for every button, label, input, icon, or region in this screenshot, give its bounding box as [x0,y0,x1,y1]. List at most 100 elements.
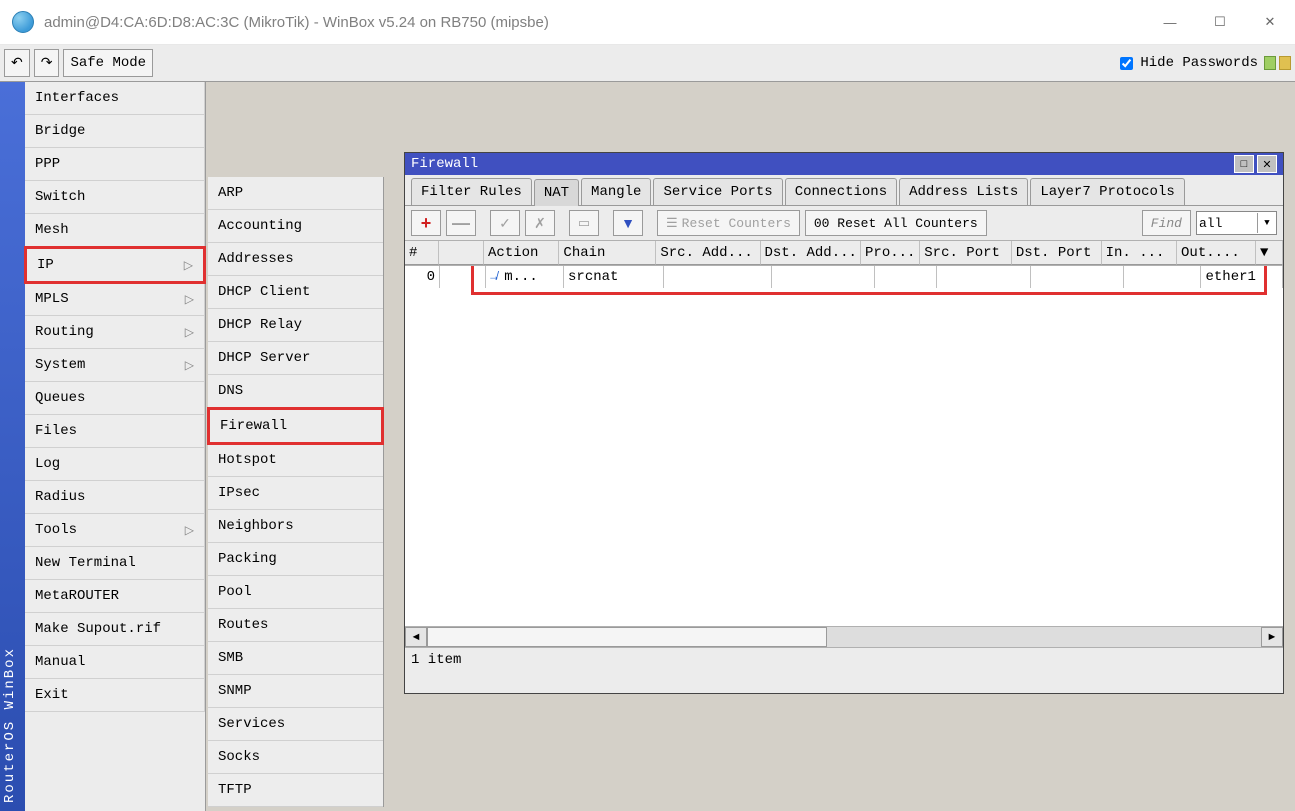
column-header[interactable]: Out.... [1177,241,1256,265]
scroll-left-button[interactable]: ◄ [405,627,427,647]
reset-all-counters-button[interactable]: 00 Reset All Counters [805,210,987,236]
menu-item-radius[interactable]: Radius [25,481,205,514]
find-button[interactable]: Find [1142,210,1191,236]
column-header[interactable]: Chain [559,241,656,265]
grid-header: # ActionChainSrc. Add...Dst. Add...Pro...… [405,241,1283,266]
firewall-tabs: Filter RulesNATMangleService PortsConnec… [405,175,1283,206]
tab-layer7-protocols[interactable]: Layer7 Protocols [1030,178,1184,205]
filter-button[interactable]: ▼ [613,210,643,236]
chevron-right-icon: ▷ [185,523,194,538]
submenu-item-firewall[interactable]: Firewall [207,407,384,445]
firewall-close[interactable]: ✕ [1257,155,1277,173]
menu-item-manual[interactable]: Manual [25,646,205,679]
column-header[interactable]: Src. Add... [656,241,760,265]
menu-item-bridge[interactable]: Bridge [25,115,205,148]
menu-item-system[interactable]: System▷ [25,349,205,382]
submenu-item-arp[interactable]: ARP [208,177,383,210]
submenu-item-snmp[interactable]: SNMP [208,675,383,708]
filter-input[interactable] [1197,216,1257,231]
menu-item-log[interactable]: Log [25,448,205,481]
filter-arrow-icon[interactable]: ▼ [1257,213,1276,233]
disable-button[interactable]: ✗ [525,210,555,236]
menu-label: Radius [35,489,85,505]
filter-dropdown[interactable]: ▼ [1196,211,1277,235]
column-header[interactable]: In. ... [1102,241,1177,265]
submenu-item-dns[interactable]: DNS [208,375,383,408]
submenu-item-tftp[interactable]: TFTP [208,774,383,807]
horizontal-scrollbar[interactable]: ◄ ► [405,626,1283,647]
column-header[interactable]: Src. Port [920,241,1012,265]
tab-address-lists[interactable]: Address Lists [899,178,1028,205]
menu-item-make-supout-rif[interactable]: Make Supout.rif [25,613,205,646]
column-header[interactable]: Dst. Port [1012,241,1102,265]
column-header[interactable]: # [405,241,439,265]
menu-item-ip[interactable]: IP▷ [24,246,206,284]
column-header[interactable]: Dst. Add... [761,241,862,265]
window-close[interactable]: ✕ [1245,5,1295,39]
add-button[interactable]: + [411,210,441,236]
submenu-item-dhcp-relay[interactable]: DHCP Relay [208,309,383,342]
submenu-item-neighbors[interactable]: Neighbors [208,510,383,543]
submenu-item-accounting[interactable]: Accounting [208,210,383,243]
submenu-item-dhcp-client[interactable]: DHCP Client [208,276,383,309]
menu-item-tools[interactable]: Tools▷ [25,514,205,547]
menu-item-mpls[interactable]: MPLS▷ [25,283,205,316]
submenu-item-socks[interactable]: Socks [208,741,383,774]
menu-label: Manual [35,654,85,670]
redo-button[interactable]: ↷ [34,49,60,77]
submenu-item-addresses[interactable]: Addresses [208,243,383,276]
menu-label: Switch [35,189,85,205]
submenu-item-services[interactable]: Services [208,708,383,741]
window-maximize[interactable]: ☐ [1195,5,1245,39]
menu-label: Interfaces [35,90,119,106]
menu-item-routing[interactable]: Routing▷ [25,316,205,349]
menu-item-interfaces[interactable]: Interfaces [25,82,205,115]
menu-item-queues[interactable]: Queues [25,382,205,415]
remove-button[interactable]: — [446,210,476,236]
window-titlebar: admin@D4:CA:6D:D8:AC:3C (MikroTik) - Win… [0,0,1295,45]
menu-item-ppp[interactable]: PPP [25,148,205,181]
undo-button[interactable]: ↶ [4,49,30,77]
menu-item-exit[interactable]: Exit [25,679,205,712]
firewall-maximize[interactable]: □ [1234,155,1254,173]
menu-item-mesh[interactable]: Mesh [25,214,205,247]
scroll-thumb[interactable] [427,627,827,647]
comment-button[interactable]: ▭ [569,210,599,236]
tab-service-ports[interactable]: Service Ports [653,178,782,205]
scroll-right-button[interactable]: ► [1261,627,1283,647]
menu-item-files[interactable]: Files [25,415,205,448]
column-header[interactable]: Pro... [861,241,920,265]
firewall-toolbar: + — ✓ ✗ ▭ ▼ ☰Reset Counters 00 Reset All… [405,206,1283,241]
menu-label: New Terminal [35,555,136,571]
safe-mode-button[interactable]: Safe Mode [63,49,153,77]
reset-counters-button[interactable]: ☰Reset Counters [657,210,800,236]
column-header[interactable]: Action [484,241,559,265]
submenu-item-smb[interactable]: SMB [208,642,383,675]
submenu-item-routes[interactable]: Routes [208,609,383,642]
menu-item-switch[interactable]: Switch [25,181,205,214]
column-header[interactable] [439,241,484,265]
column-menu-button[interactable]: ▼ [1256,241,1283,265]
tab-connections[interactable]: Connections [785,178,897,205]
menu-label: IP [37,257,54,273]
menu-label: MetaROUTER [35,588,119,604]
submenu-item-dhcp-server[interactable]: DHCP Server [208,342,383,375]
menu-label: Make Supout.rif [35,621,161,637]
window-minimize[interactable]: — [1145,5,1195,39]
firewall-titlebar[interactable]: Firewall □ ✕ [405,153,1283,175]
app-icon [12,11,34,33]
tab-mangle[interactable]: Mangle [581,178,651,205]
submenu-item-pool[interactable]: Pool [208,576,383,609]
menu-item-new-terminal[interactable]: New Terminal [25,547,205,580]
enable-button[interactable]: ✓ [490,210,520,236]
tab-filter-rules[interactable]: Filter Rules [411,178,532,205]
submenu-item-ipsec[interactable]: IPsec [208,477,383,510]
hide-passwords-input[interactable] [1120,57,1133,70]
vertical-brand-text: RouterOS WinBox [2,647,18,803]
scroll-track[interactable] [427,627,1261,647]
hide-passwords-checkbox[interactable]: Hide Passwords [1116,54,1258,73]
menu-item-metarouter[interactable]: MetaROUTER [25,580,205,613]
submenu-item-packing[interactable]: Packing [208,543,383,576]
submenu-item-hotspot[interactable]: Hotspot [208,444,383,477]
tab-nat[interactable]: NAT [534,179,579,206]
